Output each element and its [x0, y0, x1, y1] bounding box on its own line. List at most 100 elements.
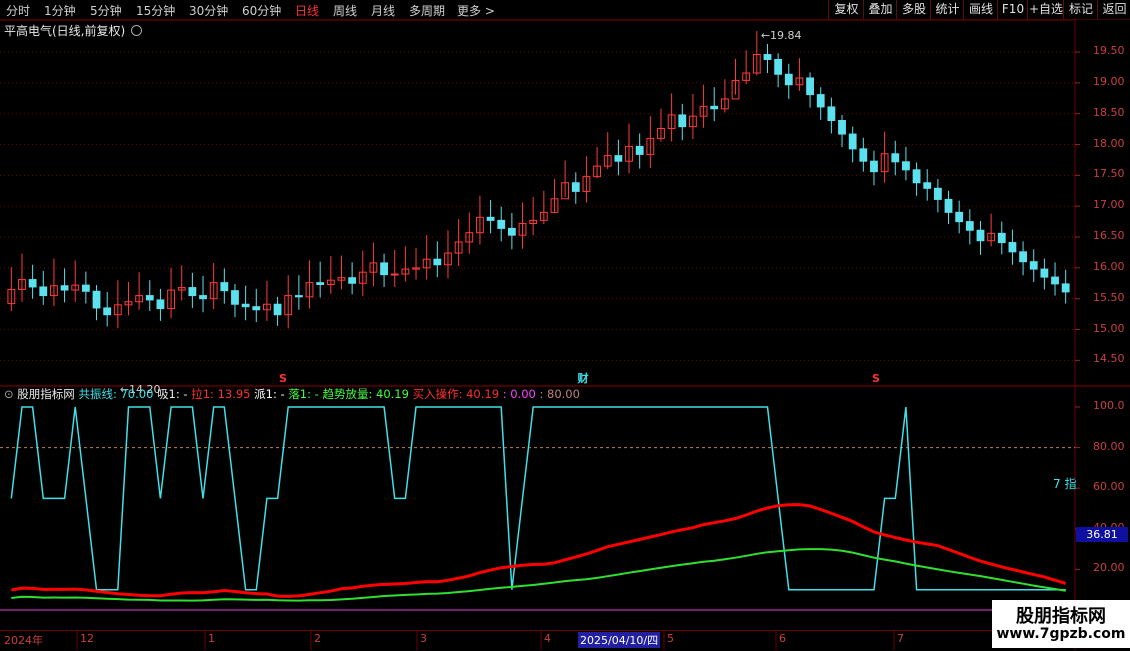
candle-down	[28, 279, 37, 288]
candle-down	[39, 286, 48, 297]
candle-down	[763, 54, 772, 60]
candle-down	[348, 277, 357, 284]
candle-down	[60, 285, 69, 291]
candle-down	[912, 169, 921, 184]
indicator-side-text: 7 指	[1053, 476, 1076, 491]
date-axis-label: 6	[779, 632, 786, 645]
candle-down	[1051, 276, 1059, 285]
indicator-field: : 80.00	[539, 387, 580, 401]
date-axis-label: 7	[897, 632, 904, 645]
price-axis-label: 19.00	[1093, 74, 1125, 88]
indicator-name[interactable]: 股朋指标网	[17, 387, 75, 401]
candle-down	[433, 258, 442, 266]
price-axis-label: 19.50	[1093, 44, 1125, 58]
watermark: 股朋指标网 www.7gpzb.com	[992, 600, 1130, 648]
indicator-axis-label: 60.00	[1093, 480, 1125, 494]
indicator-axis-label: 80.00	[1093, 439, 1125, 453]
candle-down	[188, 287, 197, 297]
event-marker: 财	[577, 371, 589, 385]
price-axis-label: 15.50	[1093, 290, 1125, 304]
candle-down	[1029, 261, 1038, 270]
resonance-line	[10, 406, 1066, 591]
candle-down	[294, 295, 303, 298]
indicator-field: 派1: -	[254, 387, 289, 401]
price-axis-label: 14.50	[1093, 352, 1125, 366]
candle-down	[816, 94, 825, 108]
candle-down	[955, 211, 964, 223]
candle-down	[1061, 283, 1070, 293]
candle-down	[497, 219, 506, 229]
indicator-field: 趋势放量: 40.19	[322, 387, 413, 401]
candle-down	[1040, 268, 1049, 278]
candlesticks	[7, 31, 1070, 329]
candle-down	[965, 221, 974, 231]
candle-down	[902, 161, 910, 171]
candle-down	[891, 153, 900, 163]
indicator-header: ⊙ 股朋指标网 共振线: 70.00 吸1: - 拉1: 13.95 派1: -…	[4, 386, 580, 402]
indicator-field: 拉1: 13.95	[191, 387, 255, 401]
candle-down	[859, 148, 868, 162]
indicator-axis-label: 20.00	[1093, 561, 1125, 575]
date-axis-label: 5	[667, 632, 674, 645]
indicator-fields: 共振线: 70.00 吸1: - 拉1: 13.95 派1: - 落1: - 趋…	[78, 387, 579, 401]
price-axis-label: 16.00	[1093, 259, 1125, 273]
candle-down	[316, 282, 325, 286]
candle-down	[486, 216, 495, 221]
date-axis-label: 2024年	[4, 634, 43, 647]
candle-down	[1008, 242, 1017, 253]
chart-overlay: ←19.84←14.20S 财 S7 指	[120, 29, 1077, 491]
candle-down	[156, 299, 165, 310]
date-axis-label: 3	[420, 632, 427, 645]
candle-down	[571, 182, 580, 192]
candle-down	[784, 73, 793, 86]
candle-down	[92, 290, 101, 309]
price-axis-label: 17.00	[1093, 198, 1125, 212]
candle-down	[997, 232, 1006, 244]
indicator-field: 买入操作: 40.19	[412, 387, 503, 401]
candle-down	[1019, 251, 1027, 263]
indicator-field: 共振线: 70.00	[78, 387, 158, 401]
candle-down	[923, 182, 932, 189]
candle-down	[710, 105, 719, 110]
current-value-box: 36.81	[1076, 527, 1128, 543]
indicator-axis-label: 100.0	[1093, 399, 1125, 412]
candle-down	[81, 284, 90, 292]
candle-down	[103, 307, 112, 316]
candle-down	[635, 145, 644, 155]
high-price-label: ←19.84	[761, 29, 802, 42]
indicator-axis: 100.080.0060.0040.0020.0036.81	[1075, 387, 1130, 630]
candle-down	[507, 227, 516, 236]
candle-down	[231, 290, 239, 305]
event-marker: S	[279, 372, 287, 385]
date-axis-label: 2	[314, 632, 321, 645]
candle-down	[838, 119, 846, 135]
price-axis-label: 18.00	[1093, 136, 1125, 150]
candle-down	[614, 155, 623, 162]
candle-up	[390, 273, 399, 276]
fall-line	[11, 548, 1066, 602]
candle-down	[870, 160, 878, 173]
candle-down	[827, 106, 836, 121]
candle-down	[145, 295, 154, 301]
chart-area[interactable]: ←19.84←14.20S 财 S7 指	[0, 0, 1130, 650]
candle-down	[252, 306, 261, 311]
pull-line	[11, 503, 1067, 598]
candle-down	[806, 77, 814, 96]
candle-down	[944, 198, 953, 213]
candle-down	[678, 114, 687, 128]
candle-down	[976, 229, 985, 242]
candle-down	[380, 262, 388, 276]
candle-down	[241, 303, 250, 308]
indicator-collapse-icon[interactable]: ⊙	[4, 387, 14, 401]
event-marker: S	[872, 372, 880, 385]
candle-down	[933, 187, 942, 200]
date-axis-label: 2025/04/10/四	[578, 632, 661, 648]
date-axis-label: 12	[80, 632, 94, 645]
price-axis-label: 15.00	[1093, 321, 1125, 335]
date-axis-label: 1	[208, 632, 215, 645]
candle-down	[220, 282, 229, 292]
price-axis-label: 17.50	[1093, 167, 1125, 181]
candle-down	[199, 295, 207, 300]
watermark-url: www.7gpzb.com	[996, 626, 1126, 642]
indicator-field: 吸1: -	[157, 387, 192, 401]
